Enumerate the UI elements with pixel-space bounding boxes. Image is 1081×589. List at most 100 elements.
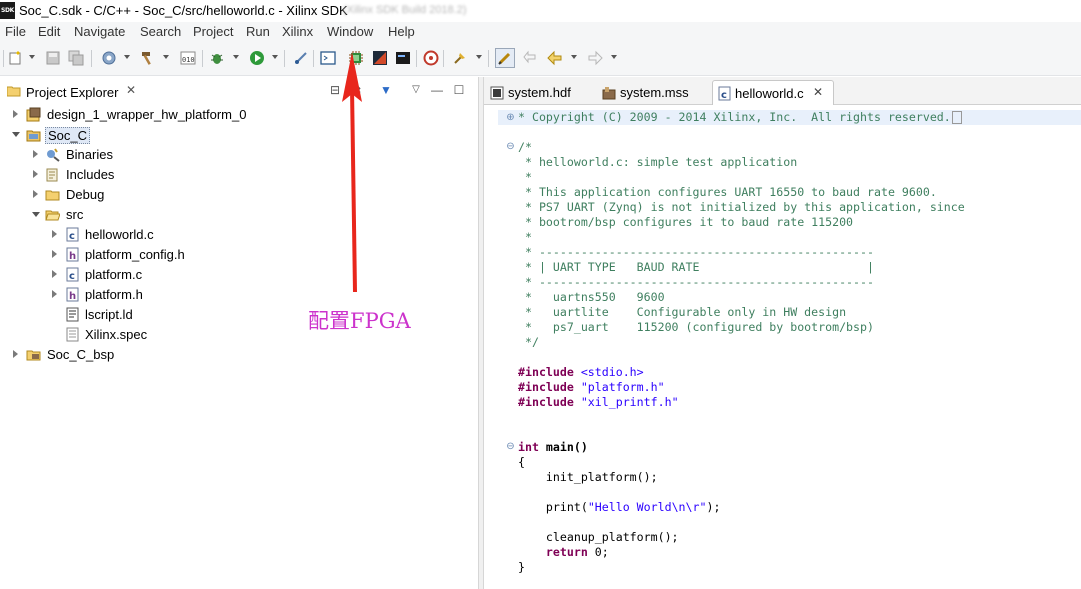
title-bar: SDK Soc_C.sdk - C/C++ - Soc_C/src/hellow…: [0, 0, 1081, 22]
includes-icon: [46, 168, 58, 182]
annotation-label: 配置FPGA: [308, 309, 411, 333]
expand-arrow-icon[interactable]: [52, 290, 57, 298]
toolbar-separator: [3, 50, 4, 67]
c-file-icon: c: [66, 267, 79, 282]
spec-file-icon: [66, 327, 79, 342]
program-fpga-icon[interactable]: [348, 50, 364, 66]
debug-icon[interactable]: [209, 50, 225, 66]
view-menu-icon[interactable]: ▽: [409, 83, 423, 97]
pin-icon[interactable]: [452, 50, 468, 66]
tab-helloworld-c[interactable]: c helloworld.c ✕: [712, 80, 834, 105]
code-line: * bootrom/bsp configures it to baud rate…: [518, 215, 854, 229]
menu-window[interactable]: Window: [327, 24, 373, 39]
code-line: {: [518, 455, 525, 469]
tree-item-binaries[interactable]: Binaries: [0, 145, 478, 165]
tree-item-label: platform_config.h: [85, 247, 185, 262]
collapse-fold-icon[interactable]: ⊖: [506, 142, 515, 152]
terminal-icon[interactable]: [320, 50, 336, 66]
code-line: * This application configures UART 16550…: [518, 185, 937, 199]
tree-item-src[interactable]: src: [0, 205, 478, 225]
expand-arrow-icon[interactable]: [52, 230, 57, 238]
tree-item-platform-config-h[interactable]: h platform_config.h: [0, 245, 478, 265]
tree-item-design-1-wrapper[interactable]: design_1_wrapper_hw_platform_0: [0, 105, 478, 125]
console-icon[interactable]: [395, 50, 411, 66]
collapse-arrow-icon[interactable]: [32, 212, 40, 217]
tree-item-label: Xilinx.spec: [85, 327, 148, 342]
expand-arrow-icon[interactable]: [13, 350, 18, 358]
expand-arrow-icon[interactable]: [52, 250, 57, 258]
last-edit-icon[interactable]: [523, 50, 539, 66]
menu-xilinx[interactable]: Xilinx: [282, 24, 313, 39]
code-line: * ps7_uart 115200 (configured by bootrom…: [518, 320, 874, 334]
expand-arrow-icon[interactable]: [33, 190, 38, 198]
code-line: /*: [518, 140, 532, 154]
toolbar-separator: [202, 50, 203, 67]
tree-item-soc-c-bsp[interactable]: Soc_C_bsp: [0, 345, 478, 365]
tree-item-label: Binaries: [66, 147, 113, 162]
save-all-icon[interactable]: [68, 50, 84, 66]
code-line: }: [518, 560, 525, 574]
build-icon[interactable]: [101, 50, 117, 66]
filter-icon[interactable]: ▼: [379, 83, 393, 97]
svg-text:c: c: [69, 231, 75, 242]
forward-icon[interactable]: [587, 50, 603, 66]
tab-label: helloworld.c: [735, 86, 804, 101]
tree-item-includes[interactable]: Includes: [0, 165, 478, 185]
window-title: Soc_C.sdk - C/C++ - Soc_C/src/helloworld…: [19, 3, 348, 18]
tree-item-soc-c[interactable]: Soc_C: [0, 125, 478, 145]
close-icon[interactable]: ✕: [126, 83, 136, 97]
expand-arrow-icon[interactable]: [33, 150, 38, 158]
collapse-fold-icon[interactable]: ⊖: [506, 442, 515, 452]
tab-label: system.hdf: [508, 85, 571, 100]
menu-project[interactable]: Project: [193, 24, 233, 39]
binary-icon[interactable]: 010: [180, 50, 196, 66]
menu-edit[interactable]: Edit: [38, 24, 60, 39]
tab-project-explorer[interactable]: Project Explorer ✕: [3, 79, 145, 103]
toolbar-separator: [313, 50, 314, 67]
expand-arrow-icon[interactable]: [52, 270, 57, 278]
annotation-icon[interactable]: [495, 48, 515, 68]
maximize-icon[interactable]: ☐: [452, 83, 466, 97]
menu-navigate[interactable]: Navigate: [74, 24, 125, 39]
tab-system-mss[interactable]: system.mss: [598, 80, 710, 104]
expand-arrow-icon[interactable]: [13, 110, 18, 118]
tree-item-label: design_1_wrapper_hw_platform_0: [47, 107, 247, 122]
back-icon[interactable]: [547, 50, 563, 66]
menu-file[interactable]: File: [5, 24, 26, 39]
collapse-arrow-icon[interactable]: [12, 132, 20, 137]
code-line: * --------------------------------------…: [518, 275, 874, 289]
toolbar-separator: [488, 50, 489, 67]
code-line: */: [518, 335, 539, 349]
close-icon[interactable]: ✕: [813, 85, 823, 99]
link-editor-icon[interactable]: ⇄: [349, 83, 363, 97]
menu-run[interactable]: Run: [246, 24, 270, 39]
expand-fold-icon[interactable]: ⊕: [506, 113, 515, 123]
menu-search[interactable]: Search: [140, 24, 181, 39]
code-line: * --------------------------------------…: [518, 245, 874, 259]
folder-open-icon: [45, 210, 60, 221]
hammer-icon[interactable]: [140, 50, 156, 66]
code-line: print("Hello World\n\r");: [518, 500, 721, 514]
save-icon[interactable]: [45, 50, 61, 66]
code-area[interactable]: ⊕ * Copyright (C) 2009 - 2014 Xilinx, In…: [484, 104, 1081, 589]
tree-item-label: Soc_C_bsp: [47, 347, 115, 362]
tree-item-debug[interactable]: Debug: [0, 185, 478, 205]
code-editor: system.hdf system.mss c helloworld.c ✕ ⊕…: [484, 77, 1081, 589]
tree-item-platform-c[interactable]: c platform.c: [0, 265, 478, 285]
project-explorer-tabbar: Project Explorer ✕ ⊟ ⇄ ▼ ▽ — ☐: [0, 77, 478, 103]
expand-arrow-icon[interactable]: [33, 170, 38, 178]
minimize-icon[interactable]: —: [430, 83, 444, 97]
tree-item-platform-h[interactable]: h platform.h: [0, 285, 478, 305]
tab-system-hdf[interactable]: system.hdf: [486, 80, 596, 104]
skip-icon[interactable]: [293, 50, 309, 66]
menu-help[interactable]: Help: [388, 24, 415, 39]
tree-item-helloworld-c[interactable]: c helloworld.c: [0, 225, 478, 245]
target-icon[interactable]: [423, 50, 439, 66]
sdk-icon[interactable]: [372, 50, 388, 66]
collapse-all-icon[interactable]: ⊟: [328, 83, 342, 97]
code-line: * uartlite Configurable only in HW desig…: [518, 305, 847, 319]
svg-text:h: h: [69, 291, 76, 302]
new-icon[interactable]: [8, 50, 24, 66]
h-file-icon: h: [66, 287, 79, 302]
run-icon[interactable]: [249, 50, 265, 66]
